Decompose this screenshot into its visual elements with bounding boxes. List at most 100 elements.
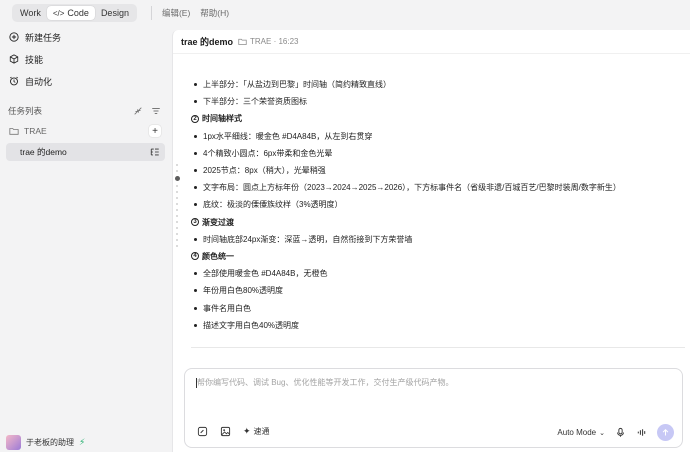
avatar <box>6 435 21 450</box>
line-text: 时间轴底部24px渐变：深蓝→透明，自然衔接到下方荣誉墙 <box>203 234 413 244</box>
page-title: trae 的demo <box>181 37 234 47</box>
bullet-dot <box>194 100 197 104</box>
lightning-icon: ⚡ <box>79 437 86 447</box>
folder-icon <box>9 128 19 135</box>
list-tree-icon[interactable] <box>150 147 160 157</box>
task-list-title: 任务列表 <box>8 106 43 116</box>
sidebar-item-label: 自动化 <box>25 76 53 87</box>
message-composer[interactable]: 帮你编写代码、调试 Bug、优化性能等开发工作，交付生产级代码产物。 ✦ 速通 … <box>184 368 683 448</box>
bullet-dot <box>194 272 197 276</box>
chat-panel: trae 的demo TRAE · 16:23 上半部分：「从盐边到巴黎」时间轴… <box>172 30 690 452</box>
add-task-button[interactable]: + <box>149 125 161 137</box>
section-heading: 4 颜色统一 <box>191 248 681 265</box>
image-icon[interactable] <box>220 426 231 437</box>
mode-switcher: Work </> Code Design <box>12 4 137 22</box>
menu-edit[interactable]: 编辑(E) <box>162 7 190 19</box>
speed-mode-label: 速通 <box>253 427 270 436</box>
chat-meta: TRAE · 16:23 <box>238 37 298 46</box>
sidebar-item-automation[interactable]: 自动化 <box>0 70 171 92</box>
composer-placeholder[interactable]: 帮你编写代码、调试 Bug、优化性能等开发工作，交付生产级代码产物。 <box>197 377 453 388</box>
bullet-dot <box>194 151 197 155</box>
bullet-dot <box>194 169 197 173</box>
tab-code[interactable]: </> Code <box>46 6 95 20</box>
sidebar-item-new-task[interactable]: 新建任务 <box>0 26 171 48</box>
filter-icon[interactable] <box>151 106 161 116</box>
list-item: 4个精致小圆点：6px带柔和金色光晕 <box>191 145 681 162</box>
line-text: 2025节点：8px（稍大），光晕稍强 <box>203 166 326 176</box>
plus-circle-icon <box>9 32 19 42</box>
list-item: 2025节点：8px（稍大），光晕稍强 <box>191 162 681 179</box>
bullet-dot <box>194 83 197 87</box>
task-label: trae 的demo <box>20 147 67 157</box>
bullet-dot <box>194 203 197 207</box>
divider <box>191 347 685 348</box>
list-item: 1px水平细线：暖金色 #D4A84B，从左到右贯穿 <box>191 128 681 145</box>
tab-design[interactable]: Design <box>95 6 135 20</box>
sparkle-icon: ✦ <box>243 426 251 436</box>
cube-icon <box>9 54 19 64</box>
line-text: 颜色统一 <box>202 251 234 261</box>
project-folder-trae[interactable]: TRAE + <box>0 122 171 140</box>
line-text: 时间轴样式 <box>202 114 242 124</box>
bullet-dot <box>194 237 197 241</box>
list-item: 上半部分：「从盐边到巴黎」时间轴（简约精致直线） <box>191 76 681 93</box>
list-item: 描述文字用白色40%透明度 <box>191 317 681 334</box>
bullet-dot <box>194 323 197 327</box>
list-item: 底纹：极淡的傈僳族纹样（3%透明度） <box>191 196 681 213</box>
list-item: 时间轴底部24px渐变：深蓝→透明，自然衔接到下方荣誉墙 <box>191 231 681 248</box>
chat-header: trae 的demo TRAE · 16:23 <box>173 30 690 54</box>
alarm-clock-icon <box>9 76 19 86</box>
list-item: 下半部分：三个荣誉资质图标 <box>191 93 681 110</box>
chevron-down-icon: ⌄ <box>599 429 605 437</box>
bullet-dot <box>194 306 197 310</box>
code-icon: </> <box>52 8 65 18</box>
user-profile[interactable]: 于老板的助理 ⚡ <box>6 435 85 450</box>
bullet-dot <box>194 289 197 293</box>
heading-number: 2 <box>191 114 199 123</box>
send-button[interactable] <box>657 424 674 441</box>
scroll-indicator[interactable] <box>175 164 180 251</box>
heading-number: 3 <box>191 218 199 227</box>
arrow-up-icon <box>662 428 669 436</box>
list-item: 全部使用暖金色 #D4A84B，无橙色 <box>191 265 681 282</box>
section-heading: 3 渐变过渡 <box>191 214 681 231</box>
line-text: 底纹：极淡的傈僳族纹样（3%透明度） <box>203 200 343 210</box>
line-text: 文字布局：圆点上方标年份（2023→2024→2025→2026），下方标事件名… <box>203 183 621 193</box>
composer-actions: Auto Mode ⌄ <box>557 424 674 441</box>
menu-help[interactable]: 帮助(H) <box>200 7 229 19</box>
chat-meta-text: TRAE · 16:23 <box>250 37 299 46</box>
line-text: 下半部分：三个荣誉资质图标 <box>203 97 307 107</box>
collapse-icon[interactable] <box>133 106 143 116</box>
bullet-dot <box>194 134 197 138</box>
attach-file-icon[interactable] <box>197 426 208 437</box>
tab-code-label: Code <box>67 8 89 18</box>
mode-select[interactable]: Auto Mode ⌄ <box>557 428 605 437</box>
list-item: 事件名用白色 <box>191 299 681 316</box>
task-list-header: 任务列表 <box>0 102 171 120</box>
sidebar-item-label: 新建任务 <box>25 32 62 43</box>
message-content: 上半部分：「从盐边到巴黎」时间轴（简约精致直线） 下半部分：三个荣誉资质图标 2 时间… <box>191 76 681 334</box>
sidebar-item-skills[interactable]: 技能 <box>0 48 171 70</box>
line-text: 描述文字用白色40%透明度 <box>203 320 300 330</box>
line-text: 1px水平细线：暖金色 #D4A84B，从左到右贯穿 <box>203 131 373 141</box>
tab-work[interactable]: Work <box>14 6 47 20</box>
tab-work-label: Work <box>20 8 41 18</box>
list-item: 文字布局：圆点上方标年份（2023→2024→2025→2026），下方标事件名… <box>191 179 681 196</box>
sidebar-item-label: 技能 <box>25 54 44 65</box>
divider <box>150 6 152 20</box>
line-text: 全部使用暖金色 #D4A84B，无橙色 <box>203 269 328 279</box>
top-bar: Work </> Code Design 编辑(E) 帮助(H) <box>0 0 690 26</box>
line-text: 上半部分：「从盐边到巴黎」时间轴（简约精致直线） <box>203 80 391 90</box>
list-item: 年份用白色80%透明度 <box>191 282 681 299</box>
voice-wave-icon[interactable] <box>636 427 647 438</box>
task-item-selected[interactable]: trae 的demo <box>6 143 165 161</box>
heading-number: 4 <box>191 252 199 261</box>
line-text: 4个精致小圆点：6px带柔和金色光晕 <box>203 148 333 158</box>
bullet-dot <box>194 186 197 190</box>
line-text: 年份用白色80%透明度 <box>203 286 284 296</box>
line-text: 渐变过渡 <box>202 217 234 227</box>
microphone-icon[interactable] <box>615 427 626 438</box>
section-heading: 2 时间轴样式 <box>191 110 681 127</box>
speed-mode-button[interactable]: ✦ 速通 <box>243 426 270 437</box>
mode-select-label: Auto Mode <box>557 428 597 437</box>
